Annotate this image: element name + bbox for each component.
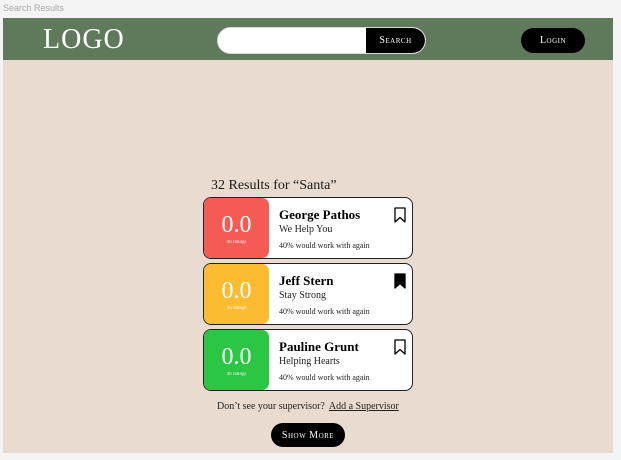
ratings-count: 46 ratings <box>226 239 247 245</box>
score-box: 0.0 46 ratings <box>204 198 269 258</box>
header: LOGO Search Login <box>3 18 613 60</box>
ratings-count: 46 ratings <box>226 305 247 311</box>
supervisor-name[interactable]: Jeff Stern <box>279 273 334 289</box>
organization-name: We Help You <box>279 224 333 235</box>
bookmark-icon[interactable] <box>394 207 406 223</box>
organization-name: Helping Hearts <box>279 356 340 367</box>
results-heading: 32 Results for “Santa” <box>211 178 337 193</box>
add-supervisor-link[interactable]: Add a Supervisor <box>329 401 399 412</box>
page-canvas: LOGO Search Login 32 Results for “Santa”… <box>3 18 613 453</box>
score-value: 0.0 <box>221 277 252 304</box>
ratings-count: 46 ratings <box>226 371 247 377</box>
score-box: 0.0 46 ratings <box>204 330 269 390</box>
score-value: 0.0 <box>221 211 252 238</box>
score-box: 0.0 46 ratings <box>204 264 269 324</box>
result-card[interactable]: 0.0 46 ratings George Pathos We Help You… <box>203 197 413 259</box>
result-card[interactable]: 0.0 46 ratings Pauline Grunt Helping Hea… <box>203 329 413 391</box>
logo[interactable]: LOGO <box>43 24 125 56</box>
score-value: 0.0 <box>221 343 252 370</box>
search-button[interactable]: Search <box>366 28 425 53</box>
bookmark-icon[interactable] <box>394 339 406 355</box>
bookmark-icon[interactable] <box>394 273 406 289</box>
work-again-percent: 40% would work with again <box>279 241 370 250</box>
search-input[interactable] <box>218 28 367 53</box>
work-again-percent: 40% would work with again <box>279 373 370 382</box>
show-more-button[interactable]: Show More <box>271 423 345 447</box>
search-bar: Search <box>217 27 426 54</box>
prompt-text: Don’t see your supervisor? <box>217 401 325 412</box>
supervisor-name[interactable]: George Pathos <box>279 207 360 223</box>
login-button[interactable]: Login <box>521 28 585 53</box>
work-again-percent: 40% would work with again <box>279 307 370 316</box>
organization-name: Stay Strong <box>279 290 326 301</box>
supervisor-name[interactable]: Pauline Grunt <box>279 339 359 355</box>
add-supervisor-prompt: Don’t see your supervisor? Add a Supervis… <box>217 401 399 412</box>
window-title: Search Results <box>3 3 65 13</box>
result-card[interactable]: 0.0 46 ratings Jeff Stern Stay Strong 40… <box>203 263 413 325</box>
